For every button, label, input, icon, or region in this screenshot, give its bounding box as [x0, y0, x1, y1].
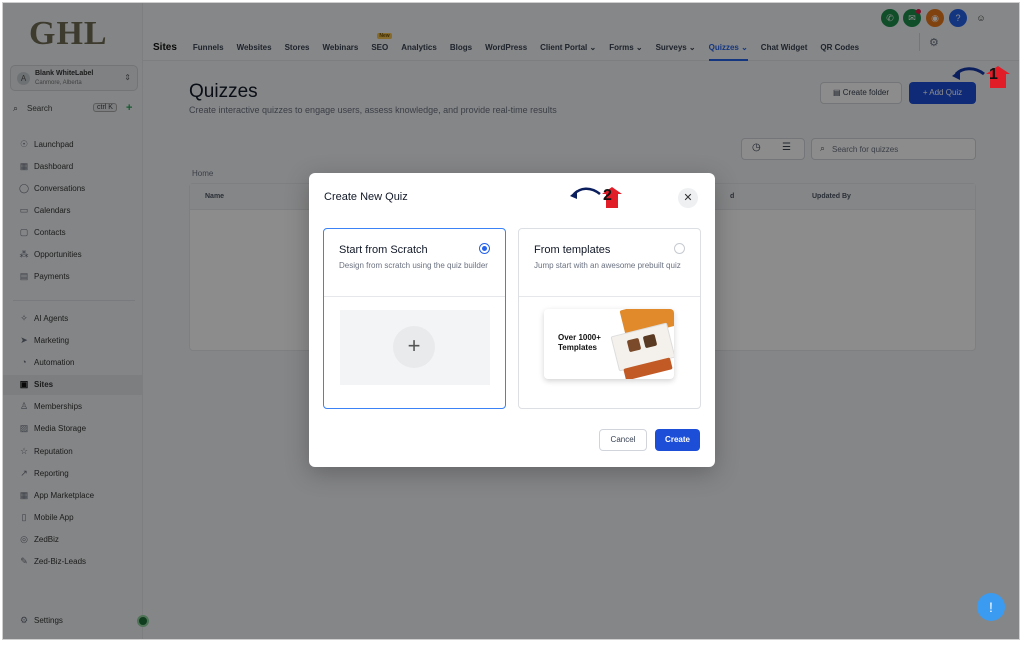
create-button[interactable]: Create: [655, 429, 700, 451]
option-title: Start from Scratch: [339, 244, 428, 256]
option-start-from-scratch[interactable]: Start from Scratch Design from scratch u…: [323, 228, 506, 409]
annotation-marker-2: 2: [603, 187, 612, 204]
scratch-preview: +: [340, 310, 490, 385]
annotation-marker-1: 1: [989, 66, 998, 83]
option-divider: [519, 296, 700, 297]
annotation-arrow-2: [570, 187, 622, 208]
templates-preview: Over 1000+ Templates: [544, 309, 674, 379]
cancel-button[interactable]: Cancel: [599, 429, 647, 451]
option-description: Design from scratch using the quiz build…: [339, 261, 488, 270]
radio-unselected[interactable]: [674, 243, 685, 254]
chat-widget-icon[interactable]: !: [977, 593, 1005, 621]
option-description: Jump start with an awesome prebuilt quiz: [534, 261, 681, 270]
option-title: From templates: [534, 244, 611, 256]
option-divider: [324, 296, 505, 297]
annotation-arrow-1: [952, 66, 1010, 88]
plus-icon: +: [393, 326, 435, 368]
option-from-templates[interactable]: From templates Jump start with an awesom…: [518, 228, 701, 409]
templates-preview-text: Over 1000+ Templates: [558, 333, 601, 352]
close-icon[interactable]: ✕: [678, 188, 698, 208]
modal-title: Create New Quiz: [324, 191, 408, 203]
radio-selected[interactable]: [479, 243, 490, 254]
create-quiz-modal: Create New Quiz ✕ Start from Scratch Des…: [309, 173, 715, 467]
